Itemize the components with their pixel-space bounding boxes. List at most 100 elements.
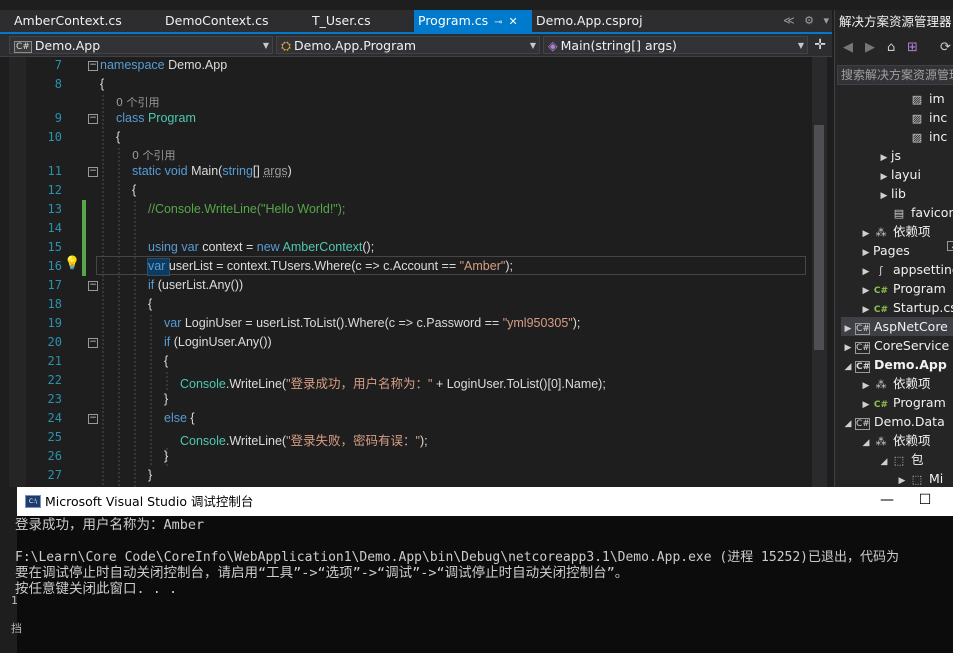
- solution-explorer: 解决方案资源管理器 ◀ ▶ ⌂ ⊞ ⟳ 搜索解决方案资源管理器 ▨ im ▨ inc…: [834, 10, 953, 487]
- code-line: Console.WriteLine("登录成功，用户名称为：" + LoginU…: [180, 373, 606, 392]
- code-text: {: [187, 411, 195, 425]
- minimize-button[interactable]: —: [867, 487, 907, 516]
- collapse-icon[interactable]: ◢: [841, 358, 855, 377]
- gear-icon[interactable]: ⚙: [804, 14, 814, 27]
- codelens-references[interactable]: 0 个引用: [116, 94, 160, 110]
- tree-item-startup-project[interactable]: ◢ C# Demo.App: [841, 355, 947, 374]
- solution-search-input[interactable]: 搜索解决方案资源管理器: [837, 65, 953, 85]
- code-text: .WriteLine(: [226, 434, 286, 448]
- code-text: ();: [362, 240, 374, 254]
- refresh-icon[interactable]: ⟳: [940, 40, 951, 55]
- tree-item-label: 依赖项: [893, 376, 931, 391]
- keyword: namespace: [100, 58, 165, 72]
- tree-item-label: inc: [929, 129, 947, 144]
- code-text: LoginUser = userList.ToList().Where(c =>…: [181, 316, 502, 330]
- expand-icon[interactable]: ▶: [895, 472, 909, 487]
- tree-item[interactable]: ◢ ⁂ 依赖项: [859, 431, 931, 450]
- tree-item[interactable]: ▨ im: [895, 89, 945, 108]
- tree-item-label: im: [929, 91, 945, 106]
- tree-item[interactable]: ▶ʃappsettings: [859, 260, 953, 279]
- tab-label: Program.cs: [418, 13, 488, 28]
- lightbulb-icon[interactable]: 💡: [64, 256, 80, 271]
- switch-views-icon[interactable]: ⊞: [907, 40, 918, 55]
- tree-item[interactable]: ▶ C# Program: [859, 279, 946, 298]
- tree-item-label: AspNetCore: [874, 319, 948, 334]
- tree-item[interactable]: ▶▰lib: [877, 184, 906, 203]
- pin-icon[interactable]: ⊸: [494, 17, 502, 28]
- console-line: 要在调试停止时自动关闭控制台，请启用“工具”->“选项”->“调试”->“调试停…: [15, 566, 628, 581]
- tree-item-label: layui: [891, 167, 921, 182]
- tree-item[interactable]: ◢ C# Demo.Data: [841, 412, 945, 431]
- console-titlebar[interactable]: C:\ Microsoft Visual Studio 调试控制台 — ☐: [17, 487, 953, 516]
- tree-item[interactable]: ▶ C# Startup.cs: [859, 298, 953, 317]
- maximize-button[interactable]: ☐: [905, 487, 945, 516]
- collapse-icon[interactable]: ◢: [859, 434, 873, 453]
- home-icon[interactable]: ⌂: [887, 40, 895, 55]
- tree-item[interactable]: ▶ C# CoreService: [841, 336, 949, 355]
- tree-item-selected[interactable]: ▶ C# AspNetCore: [841, 317, 953, 336]
- collapse-icon[interactable]: ◢: [877, 453, 891, 472]
- method-icon: ◈: [548, 38, 558, 53]
- collapse-icon[interactable]: ◢: [841, 415, 855, 434]
- tree-item[interactable]: ▶ ⁂ 依赖项: [859, 374, 931, 393]
- tab-democontext[interactable]: DemoContext.cs: [165, 10, 268, 32]
- package-icon: ⬚: [909, 470, 925, 487]
- code-text: ): [288, 164, 292, 178]
- code-line: static void Main(string[] args): [132, 164, 292, 178]
- tree-item[interactable]: ▶▰Pages: [859, 241, 910, 260]
- tree-item[interactable]: ▨ inc: [895, 108, 947, 127]
- code-text: Demo.App: [165, 58, 228, 72]
- project-dropdown[interactable]: C# Demo.App ▼: [9, 36, 273, 54]
- tab-demo-app-csproj[interactable]: Demo.App.csproj: [536, 10, 643, 32]
- forward-icon[interactable]: ▶: [865, 40, 875, 55]
- tree-item[interactable]: ▶ C# Program: [859, 393, 946, 412]
- code-line: {: [148, 297, 152, 311]
- tree-item[interactable]: ▤ favicon: [877, 203, 953, 222]
- navigation-bar: C# Demo.App ▼ ⛭ Demo.App.Program ▼ ◈ Main(s…: [0, 34, 832, 57]
- vertical-scrollbar[interactable]: [812, 57, 827, 487]
- tree-item[interactable]: ▶▰layui: [877, 165, 921, 184]
- tab-label: AmberContext.cs: [14, 13, 122, 28]
- csharp-project-icon: C#: [855, 323, 870, 335]
- tab-dropdown-icon[interactable]: ▾: [823, 14, 829, 27]
- csharp-project-icon: C#: [14, 41, 32, 53]
- package-icon: ⬚: [891, 451, 907, 470]
- scrollbar-thumb[interactable]: [814, 125, 824, 350]
- scroll-tabs-icon[interactable]: ≪: [783, 14, 795, 27]
- codelens-references[interactable]: 0 个引用: [132, 147, 176, 163]
- csharp-project-icon: C#: [855, 342, 870, 354]
- tree-item-label: Demo.App: [874, 357, 947, 372]
- tree-item-label: Pages: [873, 243, 910, 258]
- image-file-icon: ▨: [909, 90, 925, 109]
- code-text: (LoginUser.Any()): [170, 335, 271, 349]
- code-line: }: [164, 392, 168, 406]
- code-line: else {: [164, 411, 195, 425]
- tree-item[interactable]: ▨ inc: [895, 127, 947, 146]
- keyword: else: [164, 411, 187, 425]
- tab-t-user[interactable]: T_User.cs: [312, 10, 371, 32]
- code-line: if (LoginUser.Any()): [164, 335, 272, 349]
- tree-item[interactable]: ◢ ⬚ 包: [877, 450, 924, 469]
- code-editor[interactable]: 7 8 9 10 11 12 13 14 15 16 17 18 19 20 2…: [0, 57, 832, 487]
- tree-item[interactable]: ▶ ⬚ Mi: [895, 469, 943, 487]
- debug-console-window: 1 挡 C:\ Microsoft Visual Studio 调试控制台 — …: [0, 487, 953, 653]
- member-dropdown[interactable]: ◈ Main(string[] args) ▼: [543, 36, 808, 54]
- tree-item-label: Program: [893, 281, 946, 296]
- code-text: .WriteLine(: [226, 377, 286, 391]
- tab-program[interactable]: Program.cs ⊸ ✕: [414, 10, 532, 32]
- code-line: {: [132, 183, 136, 197]
- console-output[interactable]: 登录成功，用户名称为：Amber F:\Learn\Core Code\Core…: [17, 516, 953, 653]
- tree-item-label: 依赖项: [893, 433, 931, 448]
- type-dropdown[interactable]: ⛭ Demo.App.Program ▼: [276, 36, 540, 54]
- tree-item[interactable]: ▶ ⁂ 依赖项: [859, 222, 931, 241]
- tab-ambercontext[interactable]: AmberContext.cs: [14, 10, 122, 32]
- tree-item[interactable]: ▶▰js: [877, 146, 901, 165]
- type-name: Console: [180, 377, 226, 391]
- close-icon[interactable]: ✕: [509, 15, 518, 28]
- string-literal: "yml950305": [503, 316, 573, 330]
- back-icon[interactable]: ◀: [843, 40, 853, 55]
- code-line: var LoginUser = userList.ToList().Where(…: [164, 316, 580, 330]
- console-app-icon: C:\: [25, 495, 41, 508]
- console-scrollbar[interactable]: [936, 516, 953, 653]
- split-editor-icon[interactable]: ✛: [814, 37, 826, 53]
